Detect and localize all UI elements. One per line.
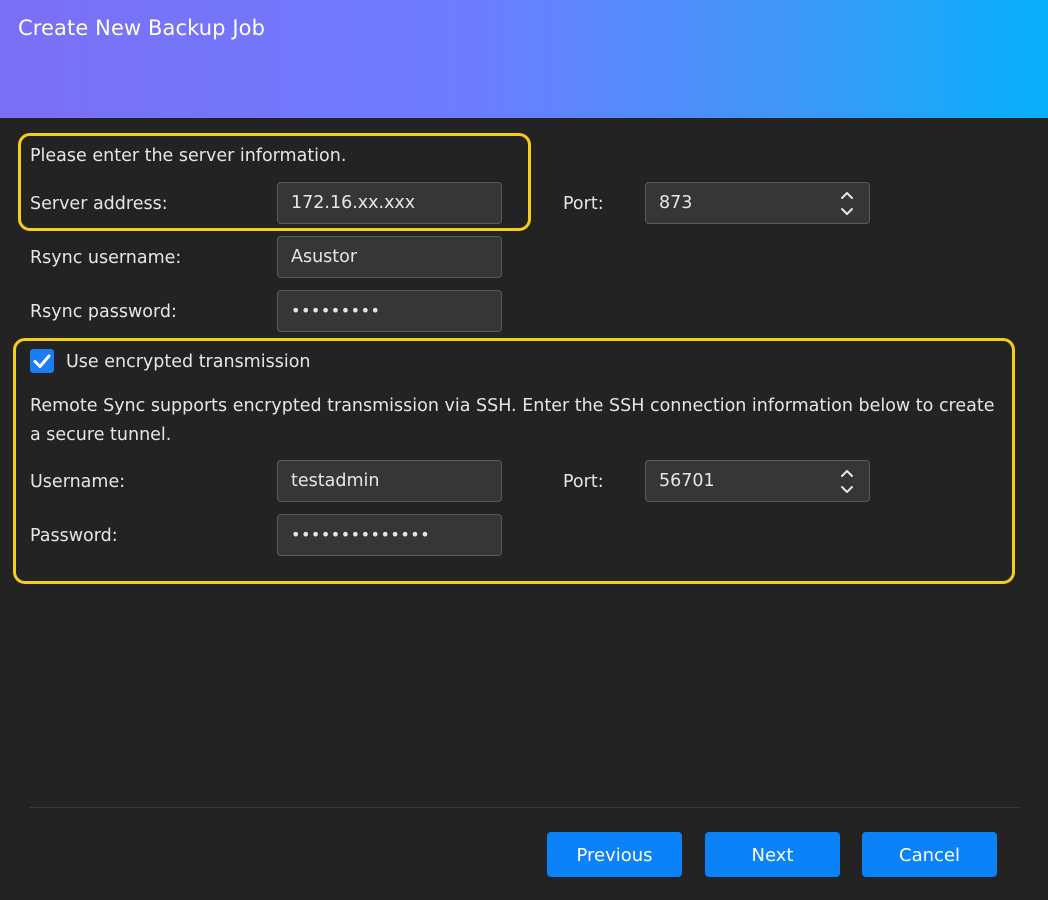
ssh-password-label: Password: [30, 526, 118, 546]
rsync-password-value: ••••••••• [291, 301, 381, 320]
server-port-stepper[interactable]: 873 [645, 182, 870, 224]
checkmark-icon [33, 354, 51, 368]
server-address-value: 172.16.xx.xxx [291, 193, 416, 213]
previous-button[interactable]: Previous [547, 832, 682, 877]
encrypted-transmission-label[interactable]: Use encrypted transmission [66, 352, 311, 372]
ssh-username-input[interactable]: testadmin [277, 460, 502, 502]
port-spinner[interactable] [837, 187, 857, 219]
ssh-port-stepper[interactable]: 56701 [645, 460, 870, 502]
rsync-username-value: Asustor [291, 247, 358, 267]
ssh-username-value: testadmin [291, 471, 380, 491]
server-port-value: 873 [659, 193, 693, 213]
server-intro-text: Please enter the server information. [30, 146, 347, 166]
rsync-password-input[interactable]: ••••••••• [277, 290, 502, 332]
rsync-username-input[interactable]: Asustor [277, 236, 502, 278]
ssh-port-spinner[interactable] [837, 465, 857, 497]
rsync-username-label: Rsync username: [30, 248, 182, 268]
ssh-username-label: Username: [30, 472, 126, 492]
ssh-password-input[interactable]: •••••••••••••• [277, 514, 502, 556]
chevron-up-icon[interactable] [841, 470, 853, 477]
encrypted-transmission-checkbox[interactable] [30, 349, 54, 373]
ssh-port-label: Port: [563, 472, 604, 492]
server-port-label: Port: [563, 194, 604, 214]
footer-divider [30, 807, 1020, 808]
rsync-password-label: Rsync password: [30, 302, 177, 322]
chevron-up-icon[interactable] [841, 192, 853, 199]
ssh-password-value: •••••••••••••• [291, 525, 431, 544]
ssh-description: Remote Sync supports encrypted transmiss… [30, 396, 995, 445]
chevron-down-icon[interactable] [841, 486, 853, 493]
cancel-button[interactable]: Cancel [862, 832, 997, 877]
server-address-input[interactable]: 172.16.xx.xxx [277, 182, 502, 224]
dialog-title: Create New Backup Job [18, 16, 266, 40]
chevron-down-icon[interactable] [841, 208, 853, 215]
next-button[interactable]: Next [705, 832, 840, 877]
server-address-label: Server address: [30, 194, 168, 214]
ssh-port-value: 56701 [659, 471, 715, 491]
dialog-header: Create New Backup Job [0, 0, 1048, 118]
